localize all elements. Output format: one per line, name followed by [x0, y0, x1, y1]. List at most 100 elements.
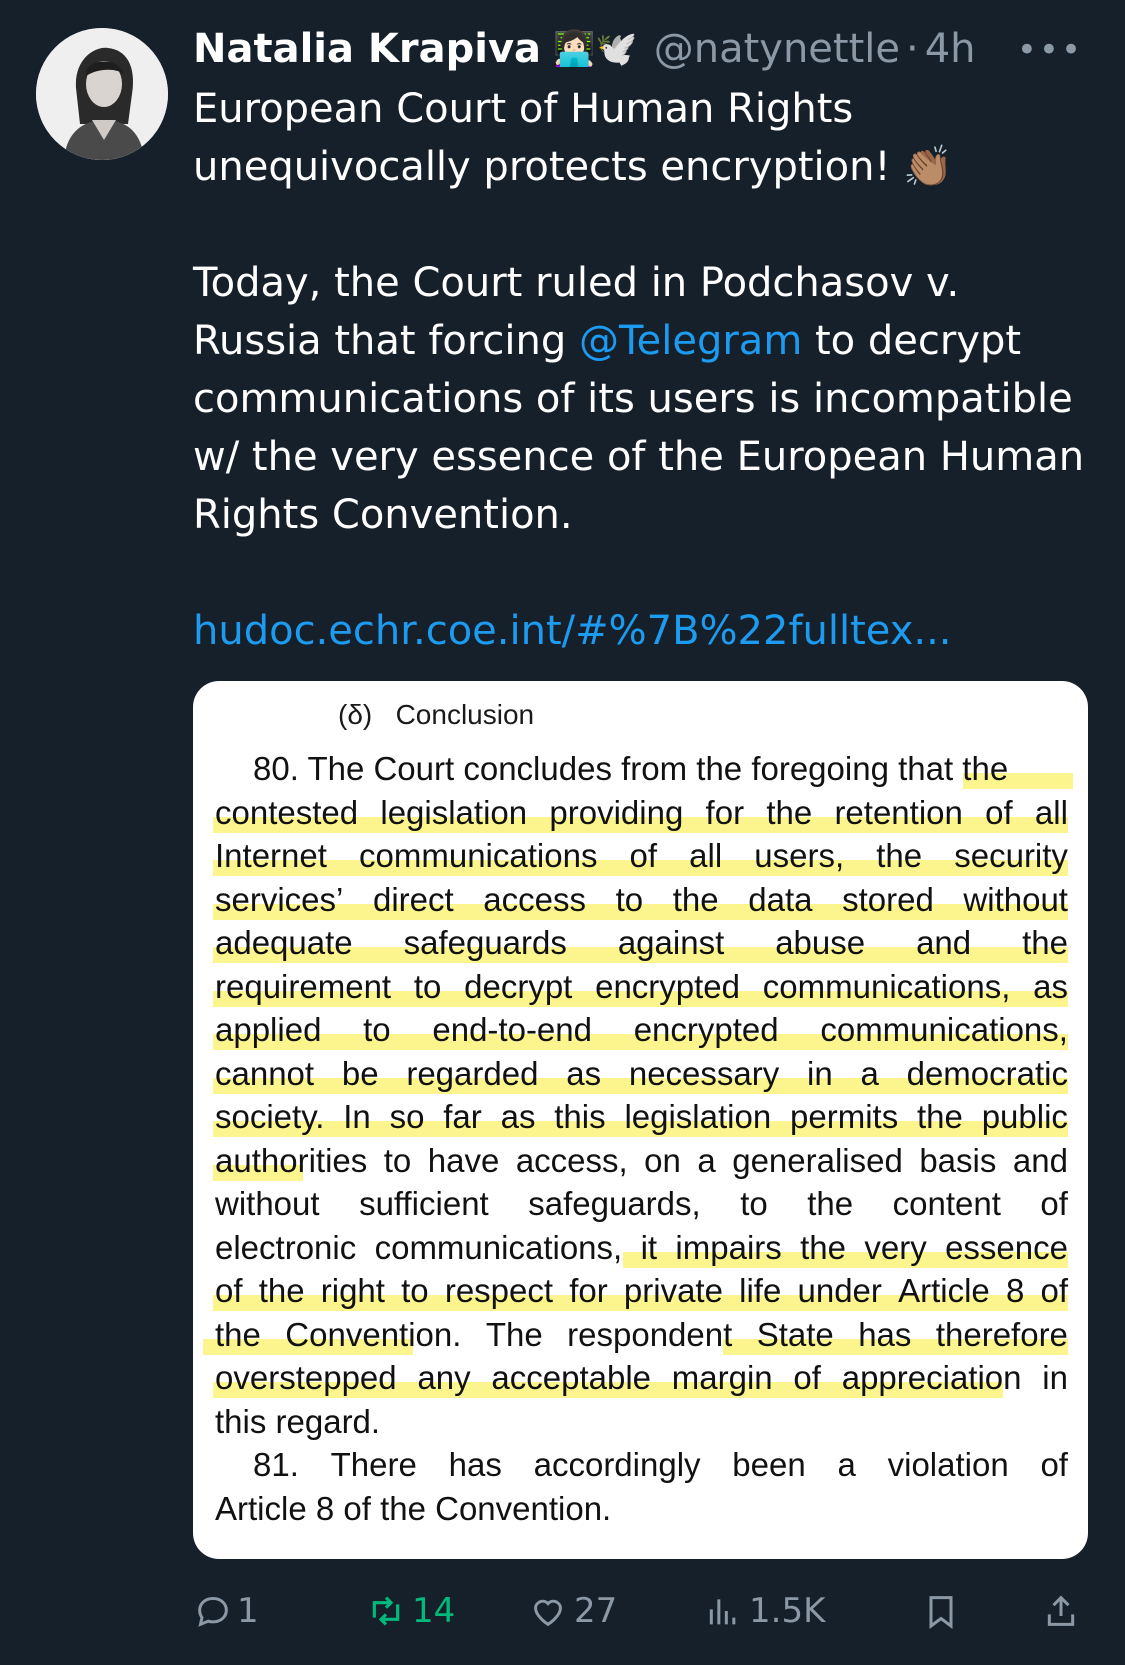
document-word: the — [672, 880, 719, 918]
document-word: the — [917, 1098, 963, 1135]
author-avatar[interactable] — [36, 28, 168, 160]
document-word: respondent — [567, 1315, 733, 1353]
mention-link[interactable]: @Telegram — [579, 318, 802, 364]
document-word: to — [740, 1185, 768, 1222]
document-word: violation — [887, 1446, 1009, 1483]
document-word: as — [500, 1098, 536, 1135]
document-word: authorities — [215, 1141, 368, 1179]
document-line: 81. There has accordingly been a violation of — [215, 1443, 1068, 1487]
author-handle[interactable]: @natynettle — [654, 26, 900, 72]
document-word: decrypt — [464, 967, 573, 1005]
document-word: impairs — [675, 1228, 782, 1266]
document-word: this — [554, 1098, 606, 1135]
document-word: adequate — [215, 924, 353, 961]
tweet-text-line: European Court of Human Rights — [193, 86, 854, 132]
document-word: respect — [444, 1272, 554, 1309]
tweet-actions: 1 14 27 1.5K — [193, 1585, 1093, 1637]
more-options-icon[interactable]: ••• — [1017, 30, 1083, 70]
document-word: a — [860, 1054, 879, 1092]
document-word: public — [981, 1098, 1068, 1135]
document-line-text: 80. The Court concludes from the foregoi… — [253, 750, 1009, 787]
document-word: legislation — [624, 1098, 772, 1135]
document-word: without — [963, 880, 1068, 918]
document-line: Internet communications of all users, the secu… — [215, 834, 1068, 878]
reply-button[interactable]: 1 — [193, 1591, 259, 1631]
document-word: services’ — [215, 880, 344, 918]
document-word: Article — [898, 1272, 990, 1309]
tweet-timestamp[interactable]: 4h — [925, 26, 976, 72]
document-line: of the right to respect for private life under Ar… — [215, 1269, 1068, 1313]
document-word: democratic — [906, 1054, 1068, 1092]
retweet-button[interactable]: 14 — [366, 1591, 455, 1631]
document-word: access — [483, 880, 586, 918]
document-word: against — [617, 924, 725, 961]
document-word: of — [793, 1359, 821, 1396]
document-word: retention — [834, 793, 963, 831]
document-word: The — [485, 1315, 543, 1353]
document-word: communications, — [820, 1011, 1068, 1048]
document-word: 8 — [1005, 1272, 1025, 1309]
document-word: the — [800, 1228, 847, 1266]
document-line: this regard. — [215, 1400, 1068, 1444]
document-word: right — [320, 1272, 385, 1309]
document-word: the — [258, 1272, 305, 1309]
share-button[interactable] — [1041, 1591, 1081, 1631]
document-line-text: this regard. — [215, 1402, 381, 1440]
document-word: end-to-end — [432, 1011, 592, 1048]
retweet-count: 14 — [412, 1591, 456, 1631]
like-button[interactable]: 27 — [528, 1591, 617, 1631]
views-button[interactable]: 1.5K — [703, 1591, 825, 1631]
document-line-text: Article 8 of the Convention. — [215, 1489, 612, 1527]
external-link[interactable]: hudoc.echr.coe.int/#%7B%22fulltex... — [193, 602, 1093, 660]
document-word: communications, — [374, 1228, 623, 1266]
document-word: therefore — [935, 1315, 1068, 1353]
document-word: cannot — [215, 1054, 315, 1092]
document-line: without sufficient safeguards, to the content… — [215, 1182, 1068, 1226]
document-word: to — [383, 1141, 412, 1179]
document-word: margin — [671, 1359, 773, 1396]
like-count: 27 — [574, 1591, 618, 1631]
document-word: very — [864, 1228, 927, 1266]
document-line: the Convention. The respondent State has there… — [215, 1313, 1068, 1357]
document-word: acceptable — [491, 1359, 652, 1396]
document-word: overstepped — [215, 1359, 397, 1396]
document-word: and — [916, 924, 972, 961]
document-word: In — [343, 1098, 371, 1135]
document-word: so — [389, 1098, 425, 1135]
document-word: encrypted — [595, 967, 741, 1005]
document-word: in — [1042, 1359, 1068, 1396]
document-word: regarded — [406, 1054, 539, 1092]
document-word: communications — [359, 837, 598, 874]
reply-count: 1 — [237, 1591, 259, 1631]
document-word: sufficient — [359, 1185, 489, 1222]
author-name[interactable]: Natalia Krapiva — [193, 26, 541, 72]
document-word: the — [1022, 924, 1068, 961]
document-line: electronic communications, it impairs the ver… — [215, 1226, 1068, 1270]
document-word: of — [1040, 1446, 1068, 1483]
document-word: accordingly — [533, 1446, 701, 1483]
document-word: generalised — [732, 1141, 903, 1179]
document-text: 80. The Court concludes from the foregoi… — [215, 747, 1068, 1530]
document-heading: (δ) Conclusion — [338, 699, 535, 730]
document-word: encrypted — [633, 1011, 779, 1048]
document-word: life — [739, 1272, 782, 1309]
bookmark-button[interactable] — [921, 1591, 961, 1631]
document-word: security — [954, 837, 1068, 874]
document-line: overstepped any acceptable margin of apprecia… — [215, 1356, 1068, 1400]
separator-dot: · — [906, 26, 919, 72]
attached-document-image[interactable]: (δ) Conclusion 80. The Court concludes f… — [193, 681, 1088, 1559]
heart-icon — [533, 1599, 563, 1627]
document-word: has — [858, 1315, 912, 1353]
document-word: communications, — [762, 967, 1011, 1005]
document-word: State — [756, 1315, 834, 1353]
document-word: far — [443, 1098, 482, 1135]
document-word: as — [566, 1054, 602, 1092]
document-word: users, — [754, 837, 845, 874]
bookmark-icon — [929, 1596, 953, 1629]
document-line: 80. The Court concludes from the foregoi… — [215, 747, 1068, 791]
document-line: society. In so far as this legislation permits t… — [215, 1095, 1068, 1139]
document-word: of — [1040, 1185, 1068, 1222]
document-word: for — [569, 1272, 608, 1309]
document-word: in — [807, 1054, 833, 1092]
views-chart-icon — [709, 1599, 736, 1625]
